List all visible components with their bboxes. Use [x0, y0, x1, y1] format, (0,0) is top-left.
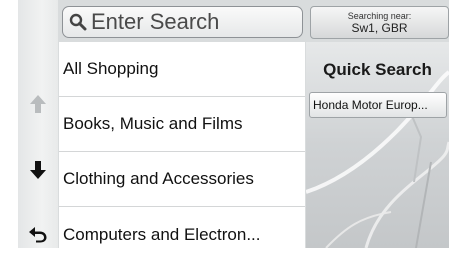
- quick-search-title: Quick Search: [323, 60, 432, 79]
- searching-near-value: Sw1, GBR: [351, 21, 408, 35]
- category-list: All Shopping Books, Music and Films Clot…: [59, 42, 305, 248]
- search-icon: [69, 13, 87, 31]
- back-button[interactable]: [24, 220, 52, 248]
- back-icon: [29, 227, 47, 243]
- quick-search-button[interactable]: Honda Motor Europ...: [309, 92, 447, 118]
- list-item-computers-electronics[interactable]: Computers and Electron...: [59, 207, 305, 248]
- list-item-books-music-films[interactable]: Books, Music and Films: [59, 97, 305, 152]
- scroll-down-button[interactable]: [24, 156, 52, 184]
- control-strip: [18, 0, 58, 248]
- arrow-down-icon: [30, 161, 46, 179]
- map-preview: Quick Search Honda Motor Europ...: [306, 42, 449, 248]
- list-item-all-shopping[interactable]: All Shopping: [59, 42, 305, 97]
- search-input[interactable]: Enter Search: [62, 6, 303, 38]
- list-item-clothing-accessories[interactable]: Clothing and Accessories: [59, 152, 305, 207]
- arrow-up-icon: [30, 95, 46, 113]
- scroll-up-button[interactable]: [24, 90, 52, 118]
- searching-near-caption: Searching near:: [347, 11, 412, 21]
- navigation-screen: Enter Search Searching near: Sw1, GBR Al…: [18, 0, 449, 248]
- searching-near-button[interactable]: Searching near: Sw1, GBR: [310, 6, 449, 39]
- bezel-bottom: [0, 248, 449, 265]
- search-placeholder: Enter Search: [91, 9, 220, 34]
